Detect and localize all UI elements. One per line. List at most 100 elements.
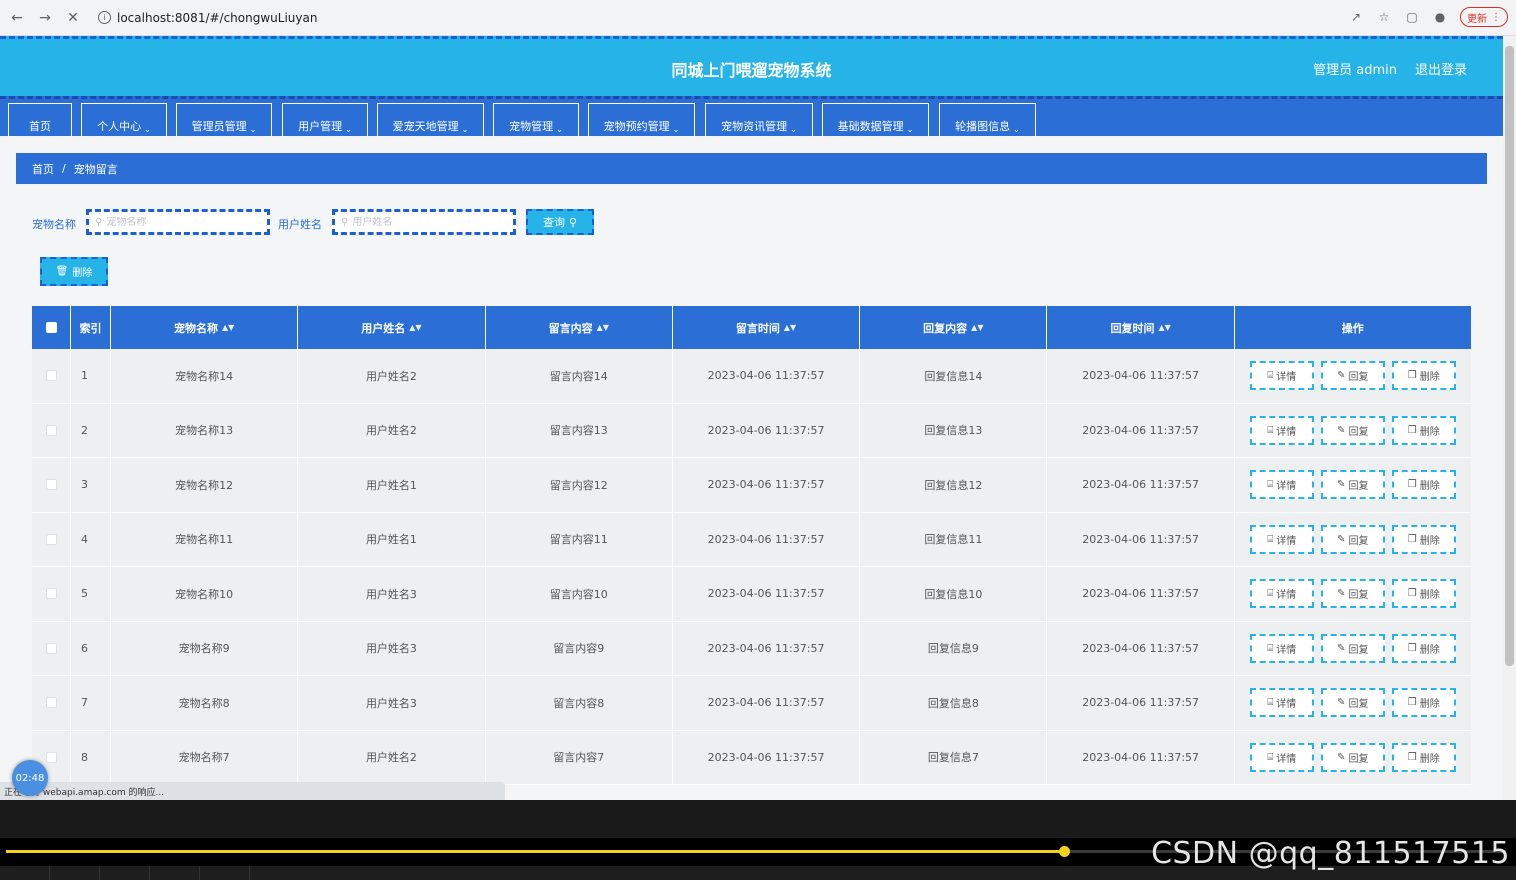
breadcrumb-home[interactable]: 首页 [32,161,54,177]
share-icon[interactable]: ↗ [1348,9,1364,25]
reply-button[interactable]: ✎ 回复 [1320,742,1385,772]
menu-item-personal[interactable]: 个人中心 ⌄ [81,103,167,139]
delete-button[interactable]: ❒ 删除 [1391,361,1456,391]
chevron-down-icon: ⌄ [1013,125,1020,134]
trash-icon: ❒ [1407,424,1417,436]
row-actions: ⌸ 详情 ✎ 回复 ❒ 删除 [1235,676,1471,730]
col-message[interactable]: 留言内容 ▲▼ [486,306,673,349]
row-message-time: 2023-04-06 11:37:57 [673,621,861,675]
detail-button[interactable]: ⌸ 详情 [1249,742,1314,772]
forward-icon[interactable]: → [34,7,56,29]
reply-button[interactable]: ✎ 回复 [1320,524,1385,554]
col-message-time[interactable]: 留言时间 ▲▼ [673,306,861,349]
row-checkbox[interactable] [45,588,57,600]
detail-button[interactable]: ⌸ 详情 [1249,579,1314,609]
row-user-name: 用户姓名2 [298,403,486,457]
row-message-time: 2023-04-06 11:37:57 [673,676,861,730]
edit-icon: ✎ [1337,424,1346,436]
row-actions: ⌸ 详情 ✎ 回复 ❒ 删除 [1235,349,1471,403]
user-name-input[interactable] [352,216,493,228]
menu-item-base-data[interactable]: 基础数据管理 ⌄ [822,103,929,139]
row-index: 7 [71,676,111,730]
sidepanel-icon[interactable]: ▢ [1404,9,1420,25]
delete-button[interactable]: ❒ 删除 [1391,470,1456,500]
detail-button[interactable]: ⌸ 详情 [1249,361,1314,391]
back-icon[interactable]: ← [6,7,28,29]
menu-item-home[interactable]: 首页 [8,103,72,139]
menu-item-appointments[interactable]: 宠物预约管理 ⌄ [588,103,695,139]
control-segment[interactable] [50,866,100,880]
row-actions: ⌸ 详情 ✎ 回复 ❒ 删除 [1235,458,1471,512]
delete-button[interactable]: ❒ 删除 [1391,688,1456,718]
detail-button[interactable]: ⌸ 详情 [1249,633,1314,663]
detail-button[interactable]: ⌸ 详情 [1249,470,1314,500]
col-pet-name[interactable]: 宠物名称 ▲▼ [111,306,299,349]
url-text: localhost:8081/#/chongwuLiuyan [117,10,318,25]
video-player: CSDN @qq_811517515 [0,800,1516,880]
control-segment[interactable] [0,866,50,880]
scroll-thumb[interactable] [1505,46,1514,666]
stop-loading-icon[interactable]: ✕ [62,7,84,29]
row-reply: 回复信息8 [860,676,1048,730]
address-bar[interactable]: i localhost:8081/#/chongwuLiuyan [92,4,1332,31]
bulk-delete-button[interactable]: 🗑 删除 [40,257,108,286]
document-icon: ⌸ [1267,642,1274,654]
update-button[interactable]: 更新 ⋮ [1460,7,1508,27]
row-reply-time: 2023-04-06 11:37:57 [1047,567,1235,621]
row-checkbox[interactable] [45,533,57,545]
delete-button[interactable]: ❒ 删除 [1391,742,1456,772]
page-scrollbar[interactable] [1503,36,1516,800]
sort-icon: ▲▼ [409,323,422,332]
menu-item-news[interactable]: 宠物资讯管理 ⌄ [705,103,813,139]
edit-icon: ✎ [1337,370,1346,382]
row-checkbox[interactable] [45,751,57,763]
menu-item-admin[interactable]: 管理员管理 ⌄ [176,103,272,139]
site-info-icon[interactable]: i [98,11,111,24]
row-checkbox[interactable] [45,479,57,491]
col-reply-time[interactable]: 回复时间 ▲▼ [1047,306,1235,349]
pet-name-input[interactable] [106,216,247,228]
star-icon[interactable]: ☆ [1376,9,1392,25]
delete-button[interactable]: ❒ 删除 [1391,633,1456,663]
select-all-checkbox[interactable] [45,322,57,333]
edit-icon: ✎ [1337,751,1346,763]
row-message: 留言内容14 [486,349,673,403]
menu-item-pets[interactable]: 宠物管理 ⌄ [493,103,579,139]
detail-button[interactable]: ⌸ 详情 [1249,415,1314,445]
row-checkbox[interactable] [45,697,57,709]
query-button[interactable]: 查询 ⚲ [526,209,594,235]
delete-button[interactable]: ❒ 删除 [1391,524,1456,554]
sort-icon: ▲▼ [971,323,984,332]
menu-item-carousel[interactable]: 轮播图信息 ⌄ [939,103,1036,139]
profile-icon[interactable]: ● [1432,9,1448,25]
delete-button[interactable]: ❒ 删除 [1391,579,1456,609]
logout-link[interactable]: 退出登录 [1415,59,1467,78]
control-segment[interactable] [150,866,200,880]
col-reply[interactable]: 回复内容 ▲▼ [860,306,1048,349]
row-checkbox-cell [32,676,71,730]
menu-item-pet-world[interactable]: 爱宠天地管理 ⌄ [377,103,484,139]
delete-button[interactable]: ❒ 删除 [1391,415,1456,445]
reply-button[interactable]: ✎ 回复 [1320,579,1385,609]
row-checkbox[interactable] [45,642,57,654]
control-segment[interactable] [200,866,250,880]
control-segment[interactable] [100,866,150,880]
row-checkbox[interactable] [45,370,57,382]
reply-button[interactable]: ✎ 回复 [1320,361,1385,391]
document-icon: ⌸ [1267,533,1274,545]
col-user-name[interactable]: 用户姓名 ▲▼ [298,306,486,349]
row-checkbox-cell [32,567,71,621]
table-row: 2 宠物名称13 用户姓名2 留言内容13 2023-04-06 11:37:57 回复信… [32,403,1471,458]
row-message: 留言内容10 [486,567,673,621]
row-checkbox[interactable] [45,424,57,436]
reply-button[interactable]: ✎ 回复 [1320,470,1385,500]
detail-button[interactable]: ⌸ 详情 [1249,524,1314,554]
reply-button[interactable]: ✎ 回复 [1320,688,1385,718]
detail-button[interactable]: ⌸ 详情 [1249,688,1314,718]
reply-button[interactable]: ✎ 回复 [1320,633,1385,663]
reply-button[interactable]: ✎ 回复 [1320,415,1385,445]
menu-item-users[interactable]: 用户管理 ⌄ [282,103,368,139]
progress-knob[interactable] [1058,846,1070,857]
trash-icon: ❒ [1407,697,1417,709]
row-message: 留言内容8 [486,676,673,730]
